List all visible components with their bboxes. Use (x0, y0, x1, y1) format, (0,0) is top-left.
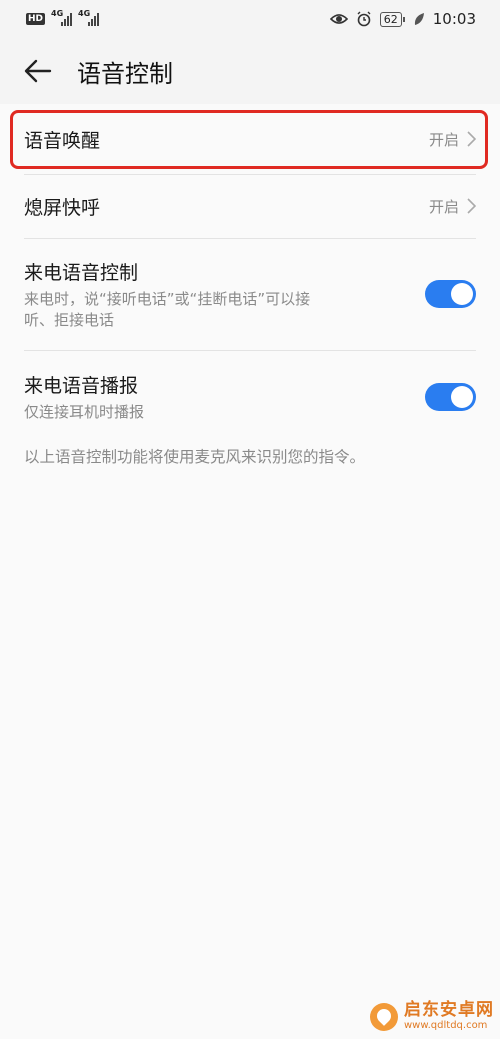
row-text: 来电语音控制 来电时，说“接听电话”或“挂断电话”可以接 听、拒接电话 (24, 258, 310, 331)
status-bar: HD 4G 4G 62 10:03 (0, 0, 500, 38)
app-bar: 语音控制 (0, 38, 500, 104)
row-value-text: 开启 (428, 197, 459, 216)
alarm-icon (357, 11, 371, 27)
back-button[interactable] (18, 51, 58, 91)
toggle-knob (451, 283, 473, 305)
footnote: 以上语音控制功能将使用麦克风来识别您的指令。 (24, 448, 366, 466)
watermark-url: www.qdltdq.com (404, 1020, 488, 1031)
watermark: 启东安卓网 www.qdltdq.com (370, 1002, 494, 1031)
eye-icon (329, 14, 348, 24)
watermark-logo-icon (370, 1002, 398, 1031)
status-right: 62 10:03 (329, 10, 476, 28)
toggle-knob (451, 386, 473, 408)
chevron-right-icon (467, 198, 476, 214)
highlight-box (10, 110, 488, 169)
page-title: 语音控制 (77, 59, 173, 88)
row-subtitle-line2: 听、拒接电话 (24, 310, 115, 329)
row-incoming-voice-announce: 来电语音播报 仅连接耳机时播报 (0, 350, 500, 444)
incoming-voice-control-toggle[interactable] (425, 280, 476, 308)
row-title: 来电语音控制 (24, 261, 139, 284)
watermark-name: 启东安卓网 (404, 1000, 494, 1020)
row-subtitle: 仅连接耳机时播报 (24, 403, 145, 421)
row-title: 来电语音播报 (24, 375, 139, 397)
network-label: 4G (51, 9, 64, 18)
incoming-voice-announce-toggle[interactable] (425, 383, 476, 411)
settings-list: 语音唤醒 开启 熄屏快呼 开启 来电语音控制 来电时，说“接听电话”或“挂断电话… (0, 104, 500, 1039)
battery-indicator: 62 (379, 11, 405, 27)
row-text: 来电语音播报 仅连接耳机时播报 (24, 371, 144, 423)
signal-icon-2: 4G (78, 9, 100, 26)
signal-icon: 4G (51, 9, 73, 26)
row-subtitle-line1: 来电时，说“接听电话”或“挂断电话”可以接 (24, 289, 311, 308)
row-subtitle: 来电时，说“接听电话”或“挂断电话”可以接 听、拒接电话 (24, 289, 310, 331)
back-arrow-icon (24, 59, 52, 83)
leaf-icon (414, 13, 424, 25)
row-title: 熄屏快呼 (24, 196, 101, 219)
status-left: HD 4G 4G (26, 9, 100, 26)
watermark-text: 启东安卓网 www.qdltdq.com (404, 1002, 494, 1031)
row-value: 开启 (429, 196, 476, 217)
row-screen-off-call[interactable]: 熄屏快呼 开启 (0, 174, 500, 238)
clock-time: 10:03 (432, 10, 476, 28)
row-incoming-voice-control: 来电语音控制 来电时，说“接听电话”或“挂断电话”可以接 听、拒接电话 (0, 238, 500, 350)
hd-badge: HD (26, 13, 46, 25)
network-label-2: 4G (78, 9, 91, 18)
